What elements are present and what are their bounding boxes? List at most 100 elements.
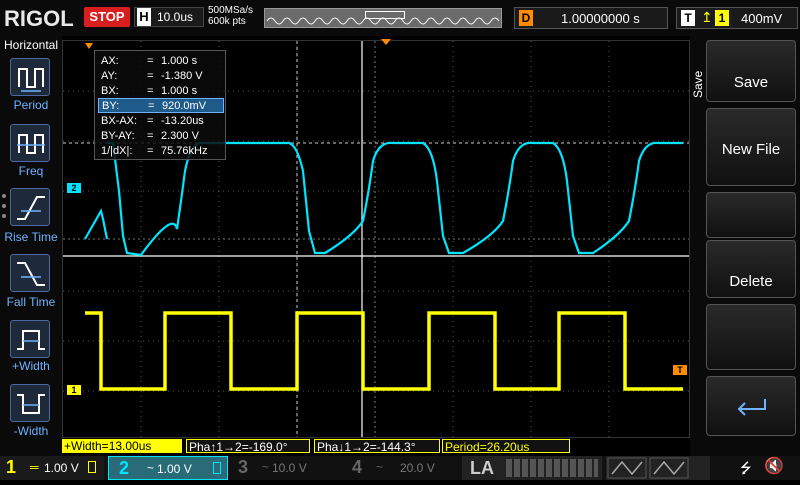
cursor-row-ax: AX: = 1.000 s: [95, 54, 225, 69]
measurement-period[interactable]: Period=26.20us: [442, 439, 570, 454]
ch3-scale: 10.0 V: [272, 461, 307, 475]
delay-badge: D: [519, 10, 533, 26]
trigger-source: 1: [715, 10, 729, 26]
new-file-button-label: New File: [721, 141, 781, 158]
delay-box[interactable]: D 1.00000000 s: [514, 7, 668, 29]
save-tab: Save: [690, 36, 706, 106]
speaker-muted-icon[interactable]: 🔇: [764, 456, 784, 476]
memory-depth: 600k pts: [208, 16, 246, 27]
cursor-row-bx: BX: = 1.000 s: [95, 84, 225, 99]
ch2-offset-marker[interactable]: 2: [67, 183, 81, 193]
ch3-number: 3: [238, 457, 249, 477]
cursor-row-by-ay: BY-AY: = 2.300 V: [95, 129, 225, 144]
cursor-eq: =: [147, 130, 154, 142]
usb-icon: ⭍: [740, 460, 752, 476]
measurement-phase-fall[interactable]: Pha↓1→2=-144.3°: [314, 439, 440, 454]
memory-overview-strip: [264, 8, 502, 28]
save-button-label: Save: [733, 74, 769, 91]
trigger-box[interactable]: T ↥ 1 400mV: [676, 7, 798, 29]
empty-softkey-3[interactable]: [706, 192, 796, 238]
rise-time-button[interactable]: [10, 188, 50, 226]
math-ref-box[interactable]: [606, 456, 710, 480]
cursor-key: BY:: [102, 100, 120, 112]
ch1-offset-marker[interactable]: 1: [67, 385, 81, 395]
run-stop-button[interactable]: STOP: [84, 7, 130, 27]
pos-width-label: +Width: [12, 359, 50, 373]
rise-time-icon: [17, 196, 45, 220]
new-file-button[interactable]: New File: [706, 108, 796, 186]
ch2-box[interactable]: 2 ~ 1.00 V: [108, 456, 228, 480]
cursor-value: 75.76kHz: [161, 145, 208, 157]
save-section-label: Save: [691, 70, 705, 98]
trigger-level: 400mV: [741, 11, 783, 26]
logic-analyzer-box[interactable]: LA: [462, 456, 602, 480]
rise-time-label: Rise Time: [4, 230, 58, 244]
freq-icon: [17, 134, 45, 154]
cursor-value: 920.0mV: [162, 100, 207, 112]
cursor-eq: =: [147, 145, 154, 157]
timebase-box[interactable]: H 10.0us: [134, 7, 204, 27]
digital-channel-grid: [506, 459, 598, 477]
freq-label: Freq: [18, 164, 44, 178]
fall-time-button[interactable]: [10, 254, 50, 292]
cursor-eq: =: [147, 115, 154, 127]
la-label: LA: [470, 458, 494, 478]
measurement-phase-rise[interactable]: Pha↑1→2=-169.0°: [186, 439, 310, 454]
delete-button[interactable]: Delete: [706, 240, 796, 298]
ch1-scale: 1.00 V: [44, 461, 79, 475]
rising-edge-icon: ↥: [701, 9, 713, 25]
empty-softkey-5[interactable]: [706, 304, 796, 370]
ch1-bandwidth-icon: [88, 461, 96, 473]
cursor-value: 1.000 s: [161, 55, 198, 67]
horizontal-badge: H: [137, 8, 151, 26]
delete-button-label: Delete: [729, 273, 773, 290]
ch1-trace: [85, 311, 683, 391]
acquisition-info: 500MSa/s 600k pts: [208, 5, 253, 27]
period-label: Period: [13, 98, 49, 112]
fall-time-icon: [17, 262, 45, 286]
ch4-scale: 20.0 V: [400, 461, 435, 475]
ch1-box[interactable]: 1 ═ 1.00 V: [0, 456, 104, 480]
scroll-dots: [2, 194, 8, 222]
neg-width-icon: [17, 394, 45, 414]
ch4-box[interactable]: 4 ~ 20.0 V: [346, 456, 456, 480]
trigger-badge: T: [681, 10, 695, 26]
return-arrow-icon: [737, 399, 766, 416]
ch3-box[interactable]: 3 ~ 10.0 V: [232, 456, 342, 480]
ch1-number: 1: [6, 457, 17, 477]
measure-category-title: Horizontal: [3, 38, 59, 52]
fall-time-label: Fall Time: [6, 295, 56, 309]
sample-rate: 500MSa/s: [208, 5, 254, 16]
ac-coupling-icon: ~: [147, 461, 155, 475]
measurement-width[interactable]: +Width=13.00us: [62, 439, 182, 453]
memory-start-marker: [85, 43, 93, 49]
ch4-number: 4: [352, 457, 363, 477]
ch2-number: 2: [119, 458, 130, 478]
period-button[interactable]: [10, 58, 50, 96]
memory-view-window[interactable]: [365, 11, 405, 19]
cursor-readout: AX: = 1.000 s AY: = -1.380 V BX: = 1.000…: [94, 50, 226, 160]
cursor-eq: =: [147, 85, 154, 97]
cursor-value: 1.000 s: [161, 85, 198, 97]
ch2-bandwidth-icon: [213, 462, 221, 474]
cursor-value: 2.300 V: [161, 130, 199, 142]
trigger-position-marker[interactable]: [381, 39, 391, 45]
freq-button[interactable]: [10, 124, 50, 162]
rigol-logo: RIGOL: [4, 6, 74, 31]
trigger-level-marker[interactable]: T: [673, 365, 687, 375]
cursor-eq: =: [147, 70, 154, 82]
cursor-row-by-selected[interactable]: BY: = 920.0mV: [98, 98, 224, 113]
period-icon: [18, 68, 44, 92]
save-button[interactable]: Save: [706, 40, 796, 102]
pos-width-button[interactable]: [10, 320, 50, 358]
ch2-scale: 1.00 V: [157, 462, 192, 476]
cursor-value: -1.380 V: [161, 70, 203, 82]
ac-coupling-icon: ~: [262, 460, 270, 474]
cursor-row-inv-dx: 1/|dX|: = 75.76kHz: [95, 144, 225, 159]
delay-value: 1.00000000 s: [561, 11, 640, 26]
cursor-row-ay: AY: = -1.380 V: [95, 69, 225, 84]
pos-width-icon: [17, 330, 45, 350]
return-button[interactable]: [706, 376, 796, 436]
cursor-row-bx-ax: BX-AX: = -13.20us: [95, 114, 225, 129]
neg-width-button[interactable]: [10, 384, 50, 422]
